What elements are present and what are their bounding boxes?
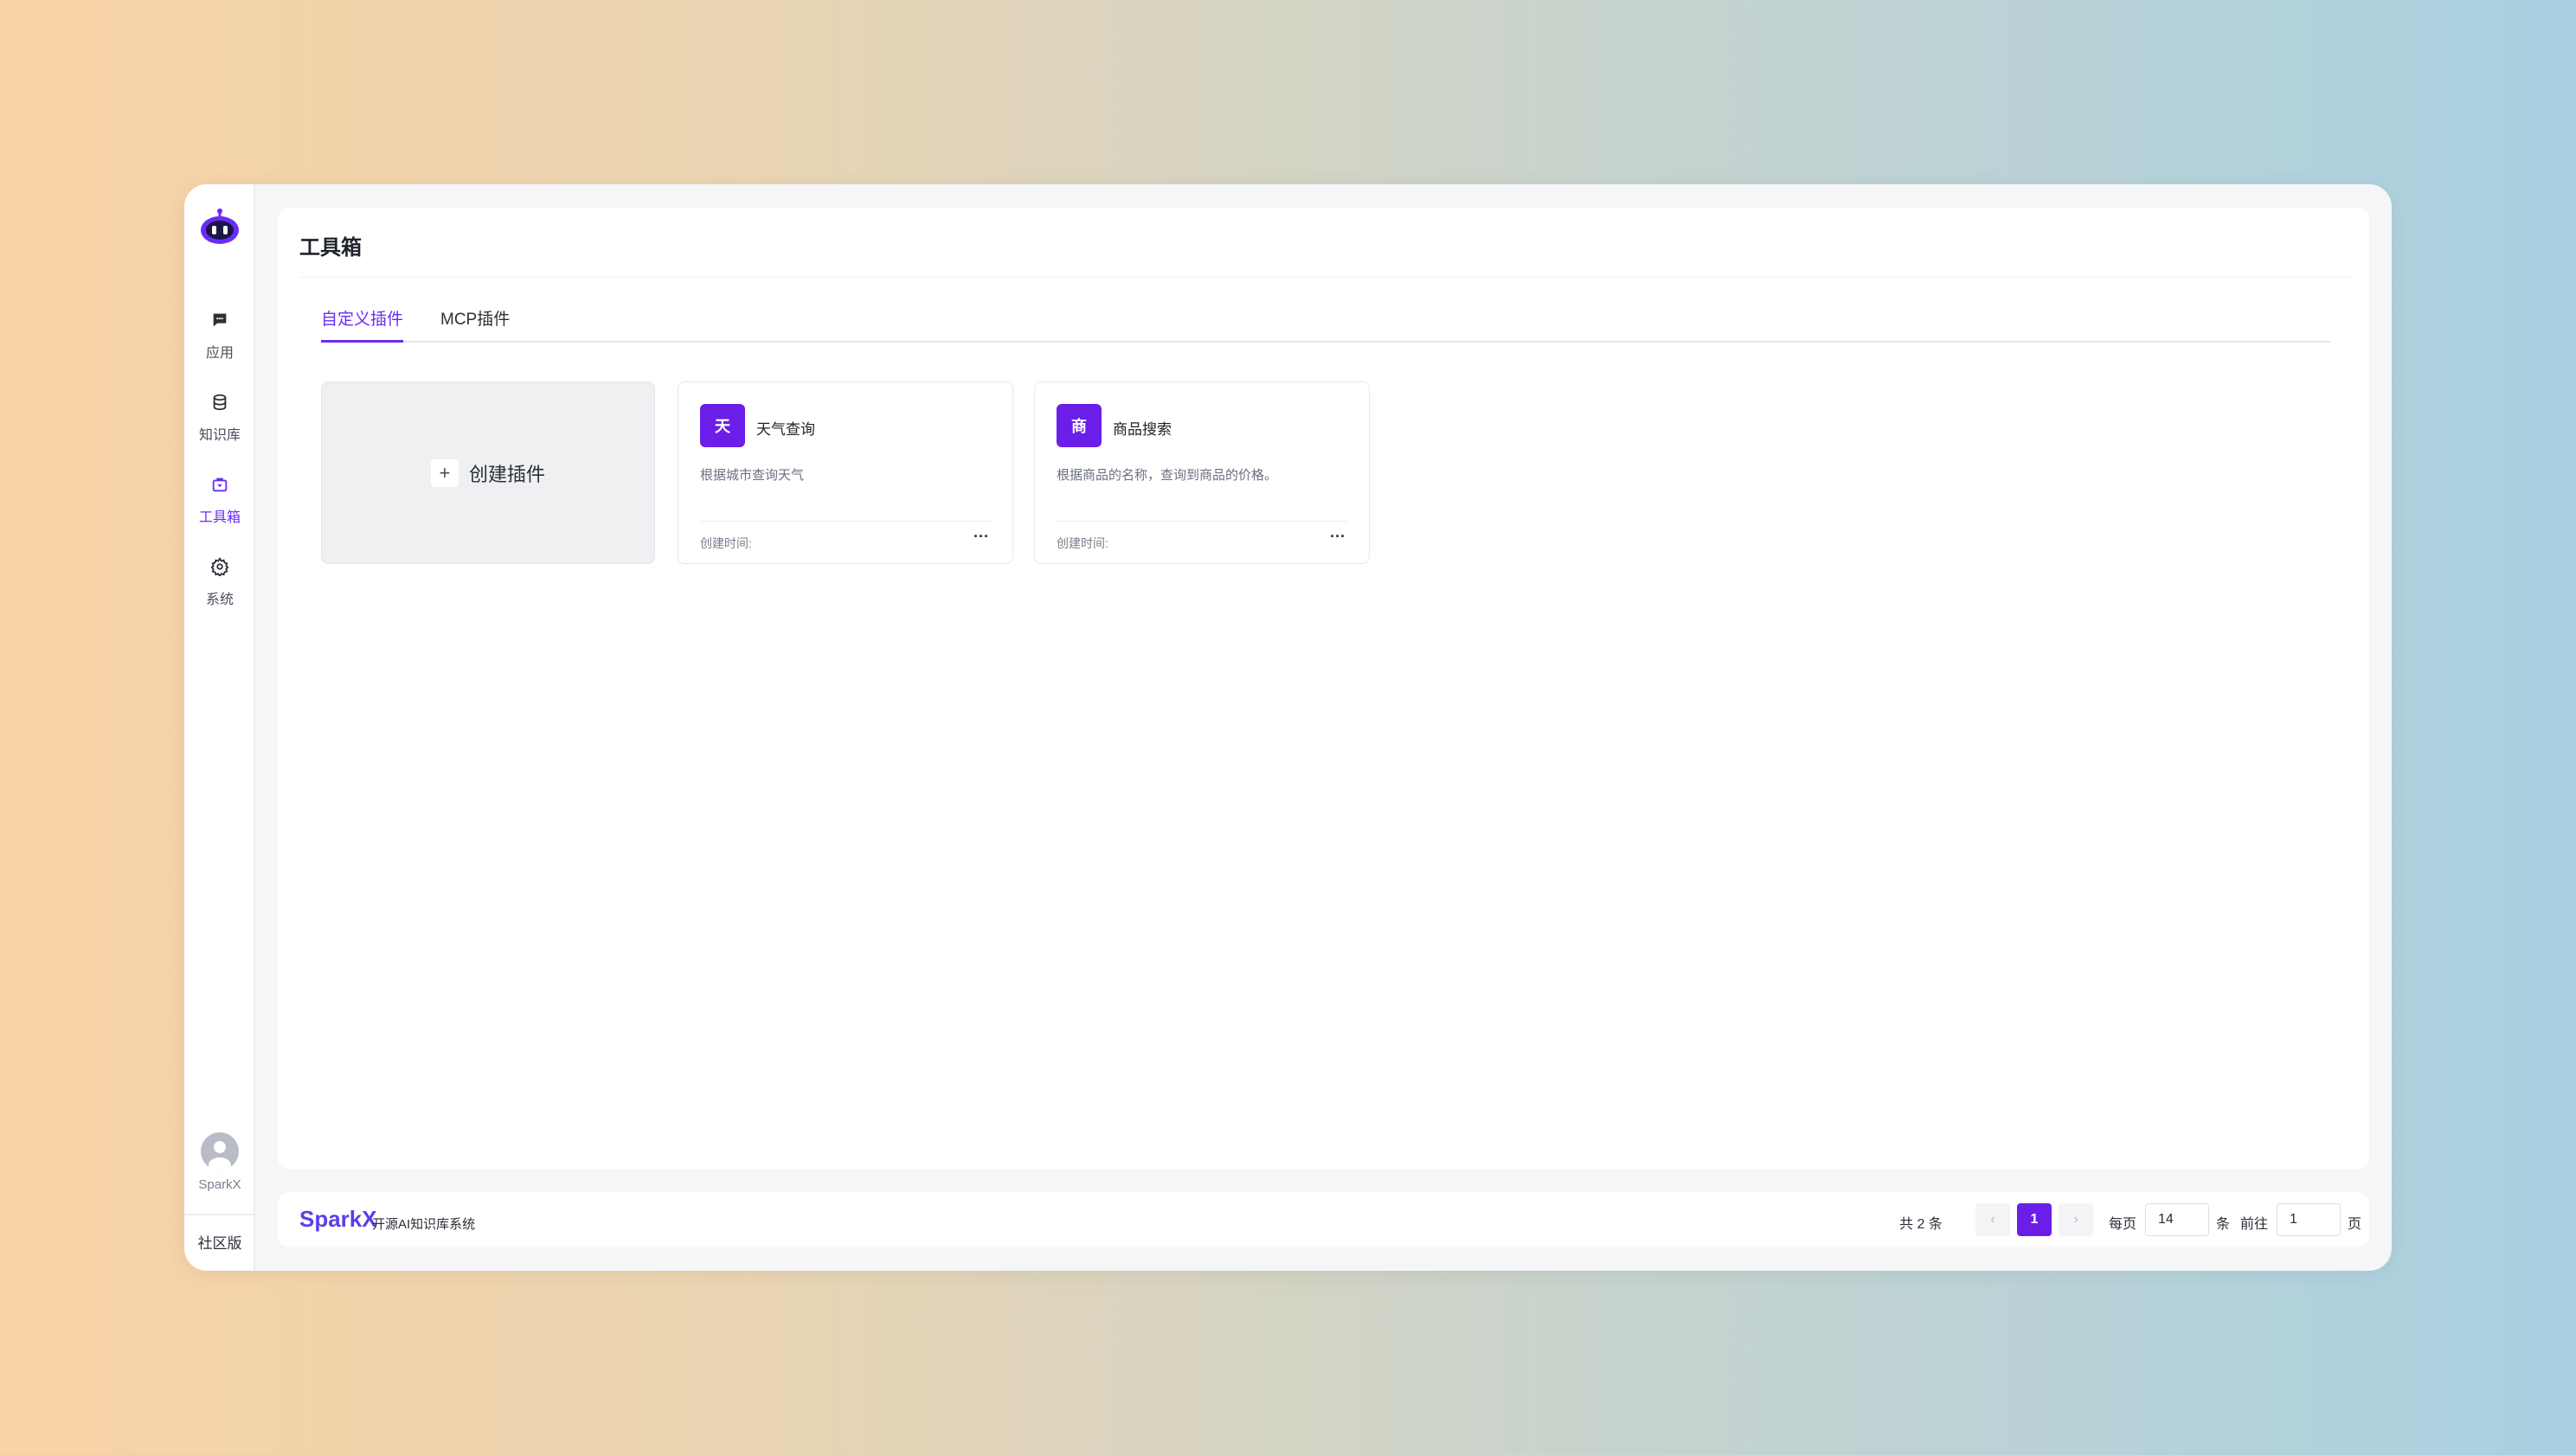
- toolbox-icon: [210, 475, 229, 498]
- goto-label: 前往: [2240, 1217, 2269, 1232]
- page-size-select[interactable]: 14: [2145, 1203, 2209, 1236]
- edition-label[interactable]: 社区版: [184, 1231, 255, 1253]
- user-icon: [209, 1141, 231, 1170]
- plus-icon: +: [430, 458, 459, 487]
- pagination-total: 共 2 条: [1899, 1217, 1943, 1232]
- more-options-icon[interactable]: ···: [1327, 528, 1349, 547]
- database-icon: [210, 393, 229, 416]
- plugin-avatar: 天: [700, 404, 745, 447]
- plugin-title: 商品搜索: [1113, 421, 1172, 438]
- gear-icon: [210, 556, 229, 580]
- sidebar: 应用 知识库 工具箱 系统 SparkX 社区版: [184, 184, 255, 1271]
- user-name: SparkX: [198, 1177, 241, 1192]
- footer-bar: SparkX 开源AI知识库系统 共 2 条 ‹ 1 › 每页 14 条 前往 …: [278, 1192, 2369, 1247]
- tab-mcp-plugins[interactable]: MCP插件: [440, 306, 510, 343]
- divider: [184, 1214, 255, 1215]
- plugin-created-time: 创建时间:: [1057, 536, 1108, 550]
- app-window: 应用 知识库 工具箱 系统 SparkX 社区版 工具箱 自定义插件 MCP插件…: [184, 184, 2392, 1271]
- robot-logo-icon[interactable]: [198, 207, 241, 247]
- per-page-unit: 条: [2216, 1217, 2231, 1232]
- plugin-card[interactable]: 商 商品搜索 根据商品的名称，查询到商品的价格。 创建时间: ···: [1034, 381, 1370, 564]
- plugin-created-time: 创建时间:: [700, 536, 752, 550]
- tab-bar: 自定义插件 MCP插件: [321, 306, 2330, 343]
- sidebar-item-system[interactable]: 系统: [184, 548, 255, 617]
- create-plugin-label: 创建插件: [468, 463, 545, 485]
- plugin-avatar: 商: [1057, 404, 1102, 447]
- sidebar-item-label: 应用: [205, 345, 234, 361]
- page-title: 工具箱: [299, 236, 362, 260]
- user-profile[interactable]: SparkX: [184, 1132, 255, 1210]
- create-plugin-button[interactable]: + 创建插件: [321, 381, 655, 564]
- divider: [700, 521, 992, 522]
- tab-custom-plugins[interactable]: 自定义插件: [321, 306, 404, 343]
- sidebar-item-label: 系统: [205, 592, 234, 607]
- brand-subtitle: 开源AI知识库系统: [372, 1217, 476, 1232]
- goto-page-input[interactable]: 1: [2277, 1203, 2341, 1236]
- chat-icon: [210, 311, 229, 334]
- divider: [299, 277, 2352, 278]
- sidebar-item-apps[interactable]: 应用: [184, 301, 255, 370]
- plugin-description: 根据商品的名称，查询到商品的价格。: [1057, 468, 1278, 483]
- sidebar-item-label: 工具箱: [198, 510, 241, 525]
- next-page-button[interactable]: ›: [2059, 1203, 2093, 1236]
- divider: [1057, 521, 1349, 522]
- goto-unit: 页: [2348, 1217, 2362, 1232]
- more-options-icon[interactable]: ···: [970, 528, 992, 547]
- sidebar-item-label: 知识库: [198, 427, 241, 443]
- plugin-title: 天气查询: [756, 421, 815, 438]
- sidebar-item-toolbox[interactable]: 工具箱: [184, 465, 255, 535]
- page-number-button[interactable]: 1: [2017, 1203, 2052, 1236]
- prev-page-button[interactable]: ‹: [1975, 1203, 2010, 1236]
- per-page-label: 每页: [2109, 1217, 2137, 1232]
- sidebar-item-knowledge-base[interactable]: 知识库: [184, 383, 255, 452]
- plugin-description: 根据城市查询天气: [700, 468, 805, 483]
- brand-logo: SparkX: [299, 1206, 377, 1232]
- plugin-card[interactable]: 天 天气查询 根据城市查询天气 创建时间: ···: [678, 381, 1013, 564]
- main-panel: 工具箱 自定义插件 MCP插件 + 创建插件 天 天气查询 根据城市查询天气 创…: [278, 208, 2369, 1170]
- avatar[interactable]: [201, 1132, 239, 1170]
